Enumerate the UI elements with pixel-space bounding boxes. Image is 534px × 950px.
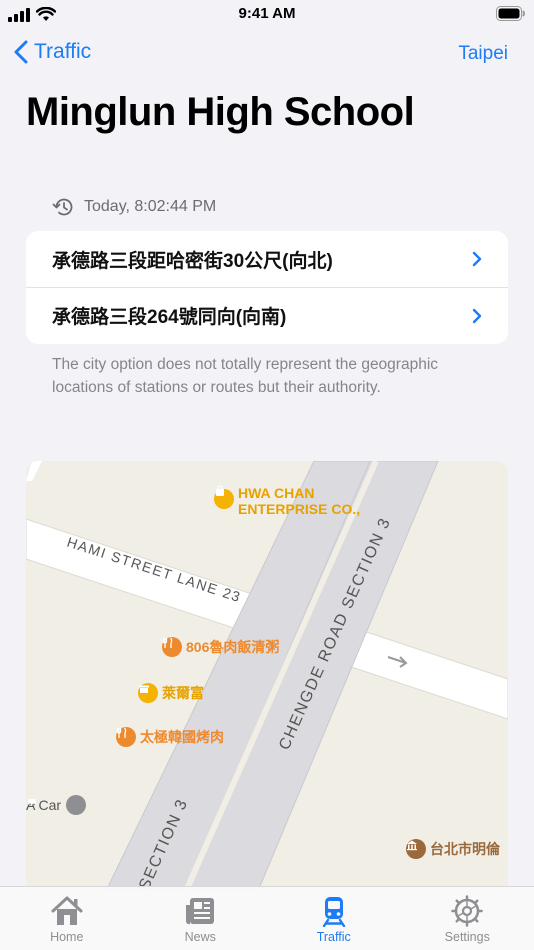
status-time: 9:41 AM: [238, 5, 296, 22]
tab-bar: Home News Traffic Settings: [0, 886, 534, 950]
poi-convenience-store[interactable]: 萊爾富: [138, 683, 204, 703]
tab-traffic[interactable]: Traffic: [267, 887, 401, 950]
navigation-bar: Traffic Taipei: [0, 36, 534, 72]
tab-home[interactable]: Home: [0, 887, 134, 950]
poi-school[interactable]: 台北市明倫: [406, 839, 500, 859]
store-icon: [138, 683, 158, 703]
poi-company-name-line1: HWA CHAN: [238, 485, 315, 501]
city-footnote: The city option does not totally represe…: [52, 356, 439, 396]
car-icon: [28, 795, 87, 815]
stop-list: 承德路三段距哈密街30公尺(向北) 承德路三段264號同向(向南): [26, 231, 508, 344]
poi-restaurant-1[interactable]: 806魯肉飯清粥: [162, 637, 279, 657]
tab-news[interactable]: News: [134, 887, 268, 950]
status-bar: 9:41 AM: [0, 0, 534, 30]
newspaper-icon: [186, 898, 215, 925]
house-icon: [51, 896, 83, 925]
poi-restaurant-2[interactable]: 太極韓國烤肉: [116, 727, 224, 747]
chevron-left-icon: [14, 40, 28, 64]
clock-history-icon: [52, 198, 73, 216]
tab-label: News: [184, 930, 216, 944]
map-view[interactable]: HAMI STREET LANE 23 CHENGDE ROAD SECTION…: [26, 461, 508, 891]
poi-school-name: 台北市明倫: [430, 841, 500, 857]
tram-icon: [322, 897, 345, 927]
poi-convenience-store-name: 萊爾富: [162, 685, 204, 701]
tab-label: Home: [50, 930, 84, 944]
tab-settings[interactable]: Settings: [401, 887, 534, 950]
fork-knife-icon: [162, 637, 182, 657]
stop-label: 承德路三段264號同向(向南): [52, 307, 287, 328]
page-title: Minglun High School: [26, 90, 415, 134]
stop-label: 承德路三段距哈密街30公尺(向北): [52, 250, 333, 272]
chevron-right-icon: [472, 308, 482, 324]
back-button-label: Traffic: [34, 40, 92, 63]
poi-restaurant-2-name: 太極韓國烤肉: [140, 729, 224, 745]
fork-knife-icon: [116, 727, 136, 747]
gear-icon: [451, 895, 483, 927]
update-timestamp: Today, 8:02:44 PM: [52, 197, 216, 217]
poi-car[interactable]: A Car: [26, 795, 90, 815]
school-icon: [406, 839, 426, 859]
chevron-right-icon: [472, 251, 482, 267]
stop-row-southbound[interactable]: 承德路三段264號同向(向南): [26, 287, 508, 343]
poi-company-name-line2: ENTERPRISE CO.,: [238, 501, 361, 517]
tab-label: Settings: [444, 930, 490, 944]
poi-company[interactable]: HWA CHAN ENTERPRISE CO.,: [214, 485, 360, 517]
shopping-bag-icon: [214, 485, 234, 509]
timestamp-text: Today, 8:02:44 PM: [84, 198, 217, 215]
tab-label: Traffic: [316, 930, 351, 944]
city-button[interactable]: Taipei: [458, 43, 508, 65]
battery-icon: [496, 6, 526, 26]
stop-row-northbound[interactable]: 承德路三段距哈密街30公尺(向北): [26, 231, 508, 287]
back-button[interactable]: Traffic: [14, 40, 91, 64]
map-roads: HAMI STREET LANE 23 CHENGDE ROAD SECTION…: [26, 461, 508, 891]
poi-restaurant-1-name: 806魯肉飯清粥: [186, 639, 280, 655]
